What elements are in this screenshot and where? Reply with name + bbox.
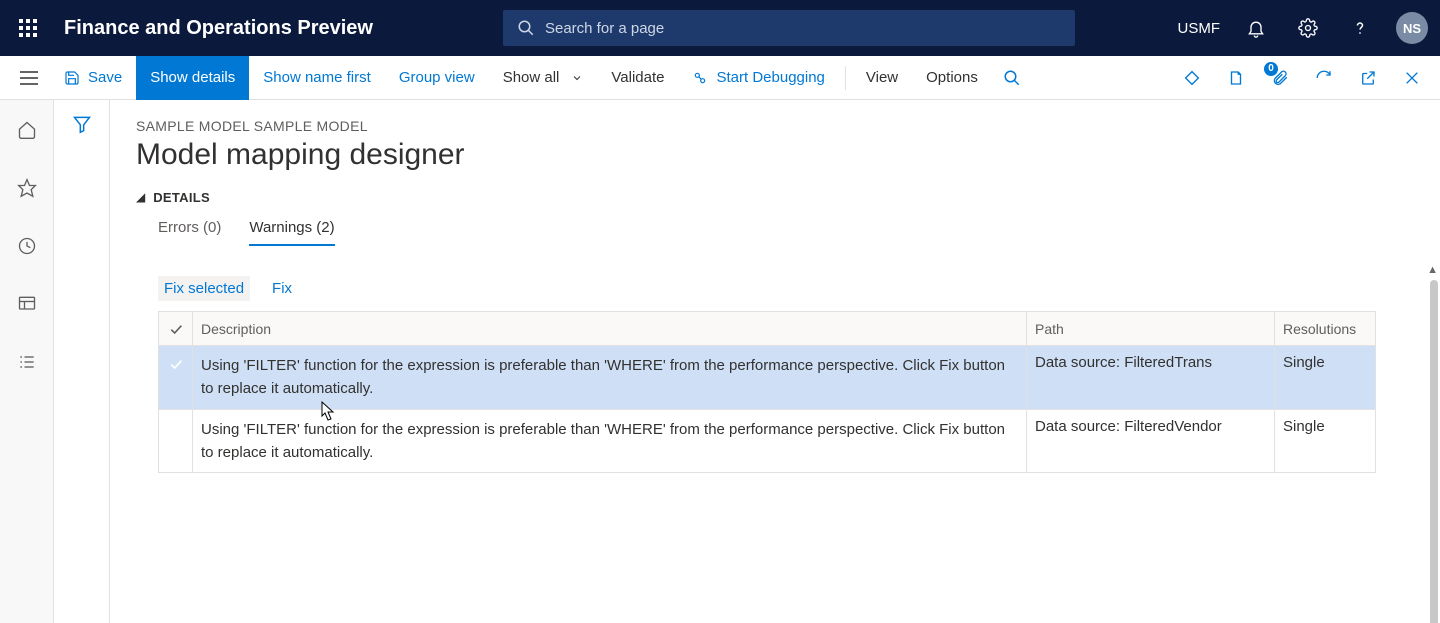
breadcrumb: SAMPLE MODEL SAMPLE MODEL	[136, 118, 1414, 134]
chevron-down-icon	[571, 72, 583, 84]
help-button[interactable]	[1344, 12, 1376, 44]
options-menu[interactable]: Options	[912, 56, 992, 100]
show-all-dropdown[interactable]: Show all	[489, 56, 598, 100]
show-name-first-button[interactable]: Show name first	[249, 56, 385, 100]
separator	[845, 66, 846, 90]
settings-button[interactable]	[1292, 12, 1324, 44]
grid-row[interactable]: Using 'FILTER' function for the expressi…	[159, 410, 1375, 474]
fix-button[interactable]: Fix	[266, 276, 298, 301]
row-description: Using 'FILTER' function for the expressi…	[193, 346, 1027, 409]
help-icon	[1350, 18, 1370, 38]
select-all-checkbox[interactable]	[159, 312, 193, 345]
nav-modules[interactable]	[11, 346, 43, 378]
header-path[interactable]: Path	[1027, 312, 1275, 345]
grid-row[interactable]: Using 'FILTER' function for the expressi…	[159, 346, 1375, 410]
action-bar: Save Show details Show name first Group …	[0, 56, 1440, 100]
show-details-button[interactable]: Show details	[136, 56, 249, 100]
shell-right: USMF NS	[1178, 12, 1429, 44]
notifications-button[interactable]	[1240, 12, 1272, 44]
clock-icon	[17, 236, 37, 256]
refresh-icon	[1315, 69, 1333, 87]
save-label: Save	[88, 69, 122, 86]
nav-favorites[interactable]	[11, 172, 43, 204]
fix-actions: Fix selected Fix	[158, 276, 1414, 301]
save-button[interactable]: Save	[50, 56, 136, 100]
global-search[interactable]	[503, 10, 1075, 46]
home-icon	[17, 120, 37, 140]
attachment-count-badge: 0	[1264, 62, 1278, 76]
diamond-icon	[1183, 69, 1201, 87]
popout-icon	[1359, 69, 1377, 87]
start-debugging-button[interactable]: Start Debugging	[678, 56, 838, 100]
debug-icon	[692, 70, 708, 86]
details-section-toggle[interactable]: ◢ DETAILS	[136, 190, 1414, 205]
close-icon	[1404, 70, 1420, 86]
row-path: Data source: FilteredTrans	[1027, 346, 1275, 409]
gear-icon	[1298, 18, 1318, 38]
popout-button[interactable]	[1348, 58, 1388, 98]
search-icon	[1003, 69, 1021, 87]
workspace-icon	[17, 294, 37, 314]
row-checkbox[interactable]	[159, 346, 193, 409]
tab-errors[interactable]: Errors (0)	[158, 219, 221, 246]
nav-toggle-button[interactable]	[8, 56, 50, 100]
app-launcher-button[interactable]	[12, 12, 44, 44]
grid-header-row: Description Path Resolutions	[159, 312, 1375, 346]
warnings-grid: Description Path Resolutions Using 'FILT…	[158, 311, 1376, 473]
office-button[interactable]	[1216, 58, 1256, 98]
nav-recent[interactable]	[11, 230, 43, 262]
bell-icon	[1246, 18, 1266, 38]
nav-workspaces[interactable]	[11, 288, 43, 320]
page-title: Model mapping designer	[136, 138, 1414, 172]
close-button[interactable]	[1392, 58, 1432, 98]
user-avatar[interactable]: NS	[1396, 12, 1428, 44]
filter-toggle[interactable]	[72, 114, 92, 623]
hamburger-icon	[20, 71, 38, 85]
nav-rail	[0, 100, 54, 623]
row-description: Using 'FILTER' function for the expressi…	[193, 410, 1027, 473]
waffle-icon	[19, 19, 37, 37]
action-bar-right: 0	[1172, 58, 1440, 98]
scroll-up[interactable]: ▲	[1427, 264, 1438, 276]
office-icon	[1227, 69, 1245, 87]
tab-warnings[interactable]: Warnings (2)	[249, 219, 334, 246]
header-resolutions[interactable]: Resolutions	[1275, 312, 1375, 345]
row-resolutions: Single	[1275, 346, 1375, 409]
save-icon	[64, 70, 80, 86]
tabs: Errors (0) Warnings (2)	[136, 219, 1414, 246]
body: SAMPLE MODEL SAMPLE MODEL Model mapping …	[0, 100, 1440, 623]
view-menu[interactable]: View	[852, 56, 912, 100]
shell-bar: Finance and Operations Preview USMF NS	[0, 0, 1440, 56]
row-checkbox[interactable]	[159, 410, 193, 473]
company-picker[interactable]: USMF	[1178, 20, 1221, 37]
check-icon	[168, 321, 184, 337]
modules-icon	[17, 352, 37, 372]
app-title: Finance and Operations Preview	[64, 17, 373, 40]
scrollbar[interactable]	[1430, 280, 1438, 623]
row-resolutions: Single	[1275, 410, 1375, 473]
group-view-button[interactable]: Group view	[385, 56, 489, 100]
validate-button[interactable]: Validate	[597, 56, 678, 100]
content: SAMPLE MODEL SAMPLE MODEL Model mapping …	[110, 100, 1440, 623]
search-icon	[517, 19, 535, 37]
header-description[interactable]: Description	[193, 312, 1027, 345]
star-icon	[17, 178, 37, 198]
related-info-button[interactable]	[1172, 58, 1212, 98]
check-icon	[168, 356, 184, 372]
find-button[interactable]	[992, 58, 1032, 98]
global-search-input[interactable]	[545, 20, 1061, 37]
row-path: Data source: FilteredVendor	[1027, 410, 1275, 473]
collapse-icon: ◢	[136, 190, 145, 204]
filter-pane	[54, 100, 110, 623]
nav-home[interactable]	[11, 114, 43, 146]
filter-icon	[72, 114, 92, 134]
refresh-button[interactable]	[1304, 58, 1344, 98]
fix-selected-button[interactable]: Fix selected	[158, 276, 250, 301]
attachments-button[interactable]: 0	[1260, 58, 1300, 98]
details-section-label: DETAILS	[153, 190, 210, 205]
